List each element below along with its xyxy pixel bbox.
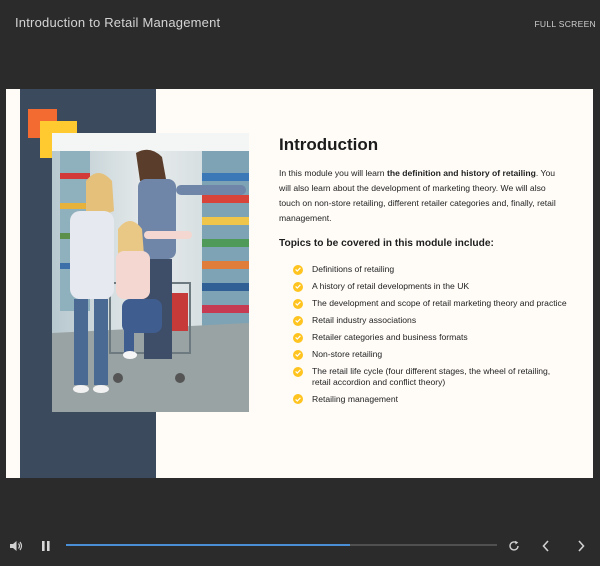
check-icon xyxy=(293,315,303,326)
previous-icon[interactable] xyxy=(541,539,551,557)
intro-paragraph: In this module you will learn the defini… xyxy=(279,166,569,226)
topic-text: Definitions of retailing xyxy=(312,264,395,274)
topic-item: Retailing management xyxy=(279,393,569,404)
progress-bar[interactable] xyxy=(66,544,497,546)
check-icon xyxy=(293,366,303,377)
progress-fill xyxy=(66,544,351,546)
topic-item: The development and scope of retail mark… xyxy=(279,298,569,309)
topic-item: A history of retail developments in the … xyxy=(279,281,569,292)
course-title: Introduction to Retail Management xyxy=(15,15,221,30)
topic-text: The development and scope of retail mark… xyxy=(312,298,567,308)
replay-icon[interactable] xyxy=(508,539,520,557)
slide-content: Introduction In this module you will lea… xyxy=(279,135,569,411)
topic-text: Non-store retailing xyxy=(312,349,383,359)
check-icon xyxy=(293,264,303,275)
check-icon xyxy=(293,349,303,360)
slide-heading: Introduction xyxy=(279,135,379,154)
topic-item: Non-store retailing xyxy=(279,349,569,360)
topic-text: Retailer categories and business formats xyxy=(312,332,468,342)
topic-text: Retailing management xyxy=(312,393,398,404)
check-icon xyxy=(293,394,303,404)
top-bar: Introduction to Retail Management FULL S… xyxy=(0,0,600,48)
fullscreen-button[interactable]: FULL SCREEN xyxy=(534,19,596,29)
check-icon xyxy=(293,281,303,292)
volume-icon[interactable] xyxy=(9,539,23,557)
slide: Introduction In this module you will lea… xyxy=(6,89,593,478)
topic-item: Definitions of retailing xyxy=(279,264,569,275)
topic-list: Definitions of retailing A history of re… xyxy=(279,264,569,404)
topic-item: The retail life cycle (four different st… xyxy=(279,366,569,387)
topic-text: Retail industry associations xyxy=(312,315,417,325)
topic-text: The retail life cycle (four different st… xyxy=(312,366,551,387)
topic-text: A history of retail developments in the … xyxy=(312,281,470,291)
pause-icon[interactable] xyxy=(41,539,51,557)
check-icon xyxy=(293,332,303,343)
family-shopping-photo xyxy=(52,133,249,412)
player-controls xyxy=(0,530,600,562)
topic-item: Retailer categories and business formats xyxy=(279,332,569,343)
check-icon xyxy=(293,298,303,309)
topic-item: Retail industry associations xyxy=(279,315,569,326)
topics-heading: Topics to be covered in this module incl… xyxy=(279,238,494,249)
intro-text-bold: the definition and history of retailing xyxy=(386,168,536,178)
next-icon[interactable] xyxy=(576,539,586,557)
intro-text-part1: In this module you will learn xyxy=(279,168,387,178)
